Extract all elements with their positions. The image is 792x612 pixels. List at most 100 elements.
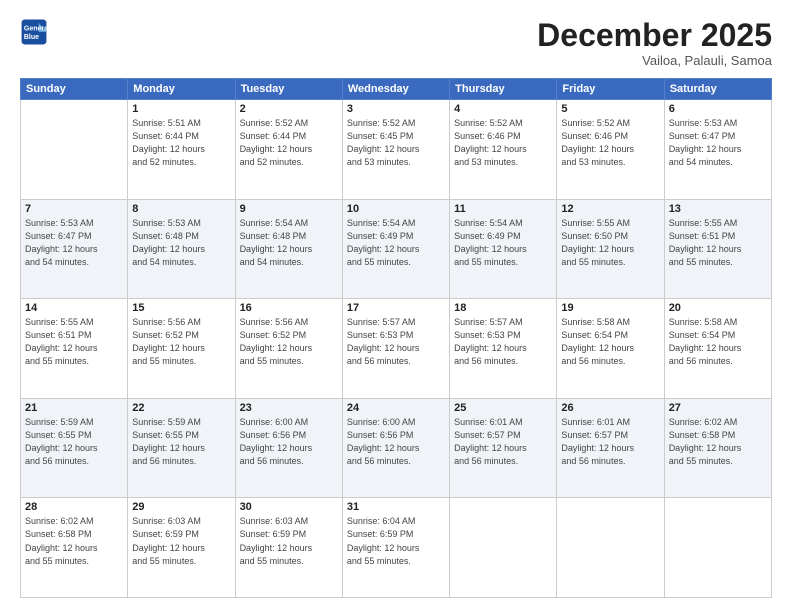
- calendar-header-row: Sunday Monday Tuesday Wednesday Thursday…: [21, 79, 772, 100]
- table-row: [557, 498, 664, 598]
- day-info: Sunrise: 5:54 AM Sunset: 6:49 PM Dayligh…: [454, 217, 552, 269]
- day-number: 30: [240, 501, 338, 513]
- svg-text:Blue: Blue: [24, 34, 39, 41]
- day-info: Sunrise: 5:53 AM Sunset: 6:47 PM Dayligh…: [669, 117, 767, 169]
- day-number: 3: [347, 103, 445, 115]
- day-number: 4: [454, 103, 552, 115]
- day-number: 25: [454, 402, 552, 414]
- table-row: 29 Sunrise: 6:03 AM Sunset: 6:59 PM Dayli…: [128, 498, 235, 598]
- day-info: Sunrise: 5:56 AM Sunset: 6:52 PM Dayligh…: [240, 316, 338, 368]
- col-thursday: Thursday: [450, 79, 557, 100]
- logo: General Blue: [20, 18, 48, 46]
- calendar-week-row: 14 Sunrise: 5:55 AM Sunset: 6:51 PM Dayli…: [21, 299, 772, 399]
- table-row: 26Sunrise: 6:01 AM Sunset: 6:57 PM Dayli…: [557, 398, 664, 498]
- col-wednesday: Wednesday: [342, 79, 449, 100]
- day-number: 23: [240, 402, 338, 414]
- day-number: 20: [669, 302, 767, 314]
- col-sunday: Sunday: [21, 79, 128, 100]
- day-number: 15: [132, 302, 230, 314]
- table-row: 4Sunrise: 5:52 AM Sunset: 6:46 PM Daylig…: [450, 100, 557, 200]
- col-friday: Friday: [557, 79, 664, 100]
- day-info: Sunrise: 5:53 AM Sunset: 6:47 PM Dayligh…: [25, 217, 123, 269]
- day-number: 5: [561, 103, 659, 115]
- day-number: 12: [561, 203, 659, 215]
- table-row: 7 Sunrise: 5:53 AM Sunset: 6:47 PM Daylig…: [21, 199, 128, 299]
- day-info: Sunrise: 5:52 AM Sunset: 6:46 PM Dayligh…: [561, 117, 659, 169]
- table-row: 2Sunrise: 5:52 AM Sunset: 6:44 PM Daylig…: [235, 100, 342, 200]
- day-info: Sunrise: 6:01 AM Sunset: 6:57 PM Dayligh…: [454, 416, 552, 468]
- table-row: 28 Sunrise: 6:02 AM Sunset: 6:58 PM Dayli…: [21, 498, 128, 598]
- svg-text:General: General: [24, 25, 48, 32]
- day-info: Sunrise: 6:03 AM Sunset: 6:59 PM Dayligh…: [132, 515, 230, 567]
- table-row: [21, 100, 128, 200]
- day-number: 16: [240, 302, 338, 314]
- day-info: Sunrise: 5:59 AM Sunset: 6:55 PM Dayligh…: [132, 416, 230, 468]
- day-number: 27: [669, 402, 767, 414]
- col-monday: Monday: [128, 79, 235, 100]
- day-number: 17: [347, 302, 445, 314]
- day-info: Sunrise: 5:54 AM Sunset: 6:48 PM Dayligh…: [240, 217, 338, 269]
- table-row: 6 Sunrise: 5:53 AM Sunset: 6:47 PM Daylig…: [664, 100, 771, 200]
- table-row: 13 Sunrise: 5:55 AM Sunset: 6:51 PM Dayli…: [664, 199, 771, 299]
- header-right: December 2025 Vailoa, Palauli, Samoa: [537, 18, 772, 68]
- table-row: 21 Sunrise: 5:59 AM Sunset: 6:55 PM Dayli…: [21, 398, 128, 498]
- day-number: 11: [454, 203, 552, 215]
- table-row: 20Sunrise: 5:58 AM Sunset: 6:54 PM Dayli…: [664, 299, 771, 399]
- table-row: 9 Sunrise: 5:54 AM Sunset: 6:48 PM Daylig…: [235, 199, 342, 299]
- table-row: 31 Sunrise: 6:04 AM Sunset: 6:59 PM Dayli…: [342, 498, 449, 598]
- table-row: 25 Sunrise: 6:01 AM Sunset: 6:57 PM Dayli…: [450, 398, 557, 498]
- day-number: 14: [25, 302, 123, 314]
- day-info: Sunrise: 6:02 AM Sunset: 6:58 PM Dayligh…: [669, 416, 767, 468]
- day-info: Sunrise: 6:02 AM Sunset: 6:58 PM Dayligh…: [25, 515, 123, 567]
- day-info: Sunrise: 5:58 AM Sunset: 6:54 PM Dayligh…: [561, 316, 659, 368]
- day-info: Sunrise: 6:04 AM Sunset: 6:59 PM Dayligh…: [347, 515, 445, 567]
- day-number: 28: [25, 501, 123, 513]
- day-info: Sunrise: 6:00 AM Sunset: 6:56 PM Dayligh…: [347, 416, 445, 468]
- day-number: 1: [132, 103, 230, 115]
- col-saturday: Saturday: [664, 79, 771, 100]
- table-row: 10Sunrise: 5:54 AM Sunset: 6:49 PM Dayli…: [342, 199, 449, 299]
- day-info: Sunrise: 5:59 AM Sunset: 6:55 PM Dayligh…: [25, 416, 123, 468]
- day-number: 8: [132, 203, 230, 215]
- day-number: 9: [240, 203, 338, 215]
- day-number: 6: [669, 103, 767, 115]
- day-info: Sunrise: 5:57 AM Sunset: 6:53 PM Dayligh…: [347, 316, 445, 368]
- day-info: Sunrise: 5:51 AM Sunset: 6:44 PM Dayligh…: [132, 117, 230, 169]
- table-row: 27 Sunrise: 6:02 AM Sunset: 6:58 PM Dayli…: [664, 398, 771, 498]
- day-number: 21: [25, 402, 123, 414]
- month-title: December 2025: [537, 18, 772, 53]
- calendar-week-row: 7 Sunrise: 5:53 AM Sunset: 6:47 PM Daylig…: [21, 199, 772, 299]
- day-number: 13: [669, 203, 767, 215]
- day-info: Sunrise: 5:57 AM Sunset: 6:53 PM Dayligh…: [454, 316, 552, 368]
- day-number: 7: [25, 203, 123, 215]
- table-row: 15 Sunrise: 5:56 AM Sunset: 6:52 PM Dayli…: [128, 299, 235, 399]
- day-number: 24: [347, 402, 445, 414]
- table-row: 8 Sunrise: 5:53 AM Sunset: 6:48 PM Daylig…: [128, 199, 235, 299]
- day-number: 29: [132, 501, 230, 513]
- day-info: Sunrise: 5:52 AM Sunset: 6:45 PM Dayligh…: [347, 117, 445, 169]
- table-row: 17 Sunrise: 5:57 AM Sunset: 6:53 PM Dayli…: [342, 299, 449, 399]
- table-row: 14 Sunrise: 5:55 AM Sunset: 6:51 PM Dayli…: [21, 299, 128, 399]
- table-row: 24 Sunrise: 6:00 AM Sunset: 6:56 PM Dayli…: [342, 398, 449, 498]
- day-info: Sunrise: 6:03 AM Sunset: 6:59 PM Dayligh…: [240, 515, 338, 567]
- day-info: Sunrise: 6:01 AM Sunset: 6:57 PM Dayligh…: [561, 416, 659, 468]
- table-row: 23 Sunrise: 6:00 AM Sunset: 6:56 PM Dayli…: [235, 398, 342, 498]
- day-info: Sunrise: 5:54 AM Sunset: 6:49 PM Dayligh…: [347, 217, 445, 269]
- col-tuesday: Tuesday: [235, 79, 342, 100]
- table-row: 11 Sunrise: 5:54 AM Sunset: 6:49 PM Dayli…: [450, 199, 557, 299]
- day-number: 31: [347, 501, 445, 513]
- day-info: Sunrise: 6:00 AM Sunset: 6:56 PM Dayligh…: [240, 416, 338, 468]
- day-number: 2: [240, 103, 338, 115]
- day-info: Sunrise: 5:56 AM Sunset: 6:52 PM Dayligh…: [132, 316, 230, 368]
- calendar-table: Sunday Monday Tuesday Wednesday Thursday…: [20, 78, 772, 598]
- table-row: 5 Sunrise: 5:52 AM Sunset: 6:46 PM Daylig…: [557, 100, 664, 200]
- logo-icon: General Blue: [20, 18, 48, 46]
- calendar-week-row: 1 Sunrise: 5:51 AM Sunset: 6:44 PM Daylig…: [21, 100, 772, 200]
- day-info: Sunrise: 5:53 AM Sunset: 6:48 PM Dayligh…: [132, 217, 230, 269]
- calendar-week-row: 28 Sunrise: 6:02 AM Sunset: 6:58 PM Dayli…: [21, 498, 772, 598]
- table-row: 22Sunrise: 5:59 AM Sunset: 6:55 PM Dayli…: [128, 398, 235, 498]
- table-row: 12 Sunrise: 5:55 AM Sunset: 6:50 PM Dayli…: [557, 199, 664, 299]
- day-info: Sunrise: 5:55 AM Sunset: 6:51 PM Dayligh…: [25, 316, 123, 368]
- day-info: Sunrise: 5:55 AM Sunset: 6:51 PM Dayligh…: [669, 217, 767, 269]
- day-info: Sunrise: 5:55 AM Sunset: 6:50 PM Dayligh…: [561, 217, 659, 269]
